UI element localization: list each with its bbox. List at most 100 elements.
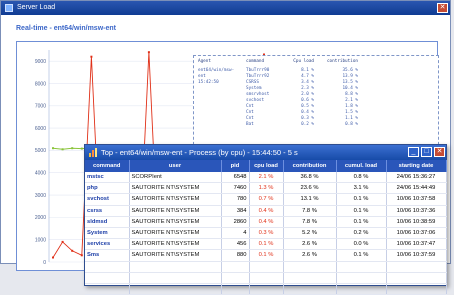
data-point — [71, 249, 74, 252]
y-tick-label: 8000 — [35, 81, 46, 87]
cell-starting-date: 10/06 10:38:59 — [386, 216, 447, 228]
cell-contribution: 13.1 % — [283, 193, 337, 206]
cell-starting-date — [386, 261, 447, 273]
y-tick-label: 4000 — [35, 171, 46, 177]
column-header-starting-date[interactable]: starting date — [386, 160, 447, 172]
cell-user: SAUTORITE NT\SYSTEM — [129, 238, 222, 251]
cell-contribution — [283, 261, 337, 273]
cell-user: SAUTORITE NT\SYSTEM — [129, 205, 222, 217]
tooltip-header: Agent command Cpu load contribution — [198, 59, 434, 64]
top-title-bar[interactable]: Top - ent64/win/msw-ent - Process (by cp… — [85, 145, 446, 160]
cell-cpu-load: 1.3 % — [249, 182, 284, 195]
cell-pid: 880 — [221, 249, 250, 262]
data-point — [71, 147, 74, 150]
tooltip-agent: ent64/win/msw-ent 15:42:50 — [198, 68, 238, 86]
table-row[interactable]: System SAUTORITE NT\SYSTEM 4 0.3 % 5.2 % 0.2 … — [85, 227, 447, 240]
cell-command: Sms — [85, 249, 130, 262]
cell-starting-date: 10/06 10:37:59 — [386, 249, 447, 262]
cell-command: php — [85, 182, 130, 195]
table-row[interactable]: mstsc SCORPIent 6548 2.1 % 36.8 % 0.8 % 24/06 … — [85, 172, 447, 184]
column-header-pid[interactable]: pid — [221, 160, 250, 172]
cell-contribution: 2.6 % — [283, 238, 337, 251]
cell-cumul-load: 3.1 % — [336, 182, 387, 195]
column-header-user[interactable]: user — [129, 160, 222, 172]
data-point — [147, 51, 150, 54]
cell-contribution: 23.6 % — [283, 182, 337, 195]
table-row[interactable]: services SAUTORITE NT\SYSTEM 456 0.1 % 2.6 %… — [85, 238, 447, 251]
cell-starting-date: 10/06 10:37:36 — [386, 205, 447, 217]
cell-command: services — [85, 238, 130, 251]
cell-cpu-load: 0.1 % — [249, 249, 284, 262]
cell-cumul-load — [336, 261, 387, 273]
cell-cumul-load: 0.1 % — [336, 249, 387, 262]
cell-contribution: 7.8 % — [283, 205, 337, 217]
cell-starting-date — [386, 272, 447, 284]
cell-cpu-load: 2.1 % — [249, 172, 284, 184]
column-header-command[interactable]: command — [85, 160, 130, 172]
cell-cpu-load: 0.7 % — [249, 193, 284, 206]
cell-starting-date: 24/06 15:44:49 — [386, 182, 447, 195]
cell-pid: 6548 — [221, 172, 250, 184]
chart-app-icon — [89, 148, 97, 157]
maximize-icon[interactable]: □ — [421, 147, 432, 157]
cell-pid — [221, 272, 250, 284]
table-row[interactable] — [85, 261, 447, 273]
cell-contribution: 2.6 % — [283, 249, 337, 262]
cell-command — [85, 272, 130, 284]
cell-user: SAUTORITE NT\SYSTEM — [129, 193, 222, 206]
table-row[interactable]: Sms SAUTORITE NT\SYSTEM 880 0.1 % 2.6 % 0.1 %… — [85, 249, 447, 262]
cell-pid — [221, 261, 250, 273]
process-rows: mstsc SCORPIent 6548 2.1 % 36.8 % 0.8 % 24/06 … — [85, 172, 447, 295]
cell-user: SAUTORITE NT\SYSTEM — [129, 227, 222, 240]
column-header-contribution[interactable]: contribution — [283, 160, 337, 172]
data-point — [80, 147, 83, 150]
cell-command: sldmsd — [85, 216, 130, 228]
tooltip-cell: 0.2 % — [301, 122, 314, 127]
app-icon — [5, 4, 13, 12]
y-tick-label: 1000 — [35, 237, 46, 243]
cell-cumul-load: 0.8 % — [336, 172, 387, 184]
cell-user — [129, 261, 222, 273]
data-point — [52, 147, 54, 150]
cell-user — [129, 272, 222, 284]
cell-pid: 780 — [221, 193, 250, 206]
cell-pid: 2860 — [221, 216, 250, 228]
table-row[interactable] — [85, 272, 447, 284]
cell-command: csrss — [85, 205, 130, 217]
tooltip-agent-time: 15:42:50 — [198, 80, 219, 85]
server-load-title-bar[interactable]: Server Load ✕ — [1, 1, 450, 15]
chart-heading: Real-time - ent64/win/msw-ent — [16, 25, 116, 32]
y-tick-label: 7000 — [35, 104, 46, 110]
close-icon[interactable]: ✕ — [437, 3, 448, 13]
cell-contribution: 5.2 % — [283, 227, 337, 240]
table-row[interactable]: sldmsd SAUTORITE NT\SYSTEM 2860 0.4 % 7.8 % 0… — [85, 216, 447, 228]
tooltip-cell: 0.8 % — [345, 122, 358, 127]
column-header-cumul-load[interactable]: cumul. load — [336, 160, 387, 172]
cell-pid: 7460 — [221, 182, 250, 195]
close-icon[interactable]: ✕ — [434, 147, 445, 157]
cell-contribution — [283, 272, 337, 284]
table-row[interactable]: php SAUTORITE NT\SYSTEM 7460 1.3 % 23.6 % 3.1… — [85, 182, 447, 195]
process-table: command user pid cpu load contribution c… — [85, 160, 447, 295]
cell-pid: 384 — [221, 205, 250, 217]
column-header-cpu-load[interactable]: cpu load — [249, 160, 284, 172]
top-process-window: Top - ent64/win/msw-ent - Process (by cp… — [84, 144, 447, 295]
y-tick-label: 6000 — [35, 126, 46, 132]
y-tick-label: 0 — [43, 260, 46, 266]
server-load-title: Server Load — [17, 4, 56, 11]
cell-contribution: 7.8 % — [283, 216, 337, 228]
minimize-icon[interactable]: _ — [408, 147, 419, 157]
cell-command — [85, 261, 130, 273]
cell-cpu-load: 0.4 % — [249, 205, 284, 217]
tooltip-row: Bat 0.2 % 0.8 % — [246, 122, 358, 128]
cell-cumul-load: 0.0 % — [336, 238, 387, 251]
cell-cpu-load — [249, 261, 284, 273]
cell-pid: 456 — [221, 238, 250, 251]
y-tick-label: 9000 — [35, 59, 46, 65]
data-point — [90, 55, 93, 58]
data-point — [80, 254, 83, 257]
data-point — [61, 240, 64, 243]
cell-starting-date: 10/06 10:37:47 — [386, 238, 447, 251]
table-row[interactable]: svchost SAUTORITE NT\SYSTEM 780 0.7 % 13.1 %… — [85, 193, 447, 206]
table-row[interactable]: csrss SAUTORITE NT\SYSTEM 384 0.4 % 7.8 % 0.1… — [85, 205, 447, 217]
